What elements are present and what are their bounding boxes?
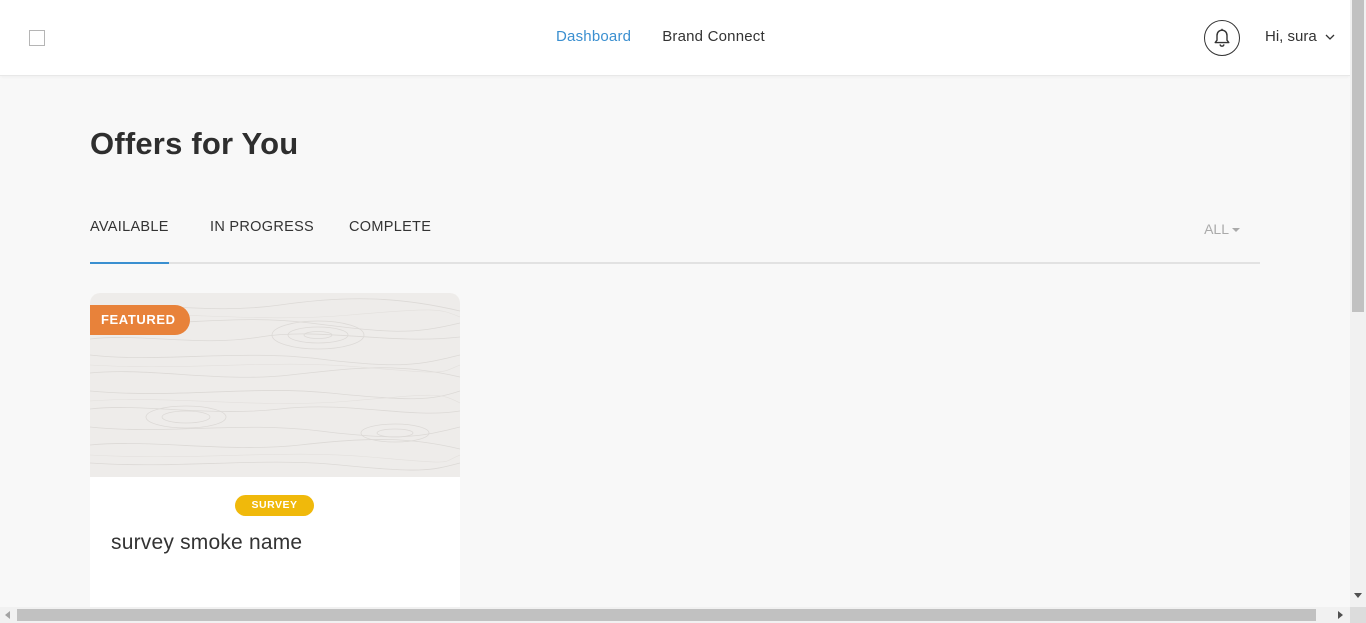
nav-dashboard[interactable]: Dashboard: [556, 28, 631, 45]
tab-in-progress[interactable]: IN PROGRESS: [210, 219, 314, 263]
survey-tag: SURVEY: [235, 495, 314, 516]
scroll-left-arrow-icon[interactable]: [5, 611, 10, 619]
page-title: Offers for You: [90, 126, 299, 161]
tab-complete[interactable]: COMPLETE: [349, 219, 431, 263]
offer-image: FEATURED: [90, 293, 460, 477]
filter-label: ALL: [1204, 221, 1229, 237]
horizontal-scroll-thumb[interactable]: [17, 609, 1316, 621]
main-nav: Dashboard Brand Connect: [556, 28, 765, 45]
featured-badge: FEATURED: [90, 305, 190, 335]
user-menu[interactable]: Hi, sura: [1265, 28, 1335, 45]
offer-tabs: AVAILABLE IN PROGRESS COMPLETE ALL: [90, 218, 1260, 264]
logo-placeholder[interactable]: [29, 30, 45, 46]
nav-brand-connect[interactable]: Brand Connect: [662, 28, 765, 45]
filter-dropdown[interactable]: ALL: [1204, 221, 1240, 237]
scroll-down-arrow-icon[interactable]: [1354, 593, 1362, 598]
top-navbar: Dashboard Brand Connect Hi, sura: [0, 0, 1350, 76]
chevron-down-icon: [1325, 34, 1335, 40]
scrollbar-corner: [1350, 607, 1366, 623]
tab-available[interactable]: AVAILABLE: [90, 219, 169, 264]
horizontal-scrollbar[interactable]: [0, 607, 1350, 623]
notifications-button[interactable]: [1204, 20, 1240, 56]
user-greeting: Hi, sura: [1265, 28, 1317, 45]
vertical-scrollbar[interactable]: [1350, 0, 1366, 607]
caret-down-icon: [1232, 227, 1240, 232]
offer-card[interactable]: FEATURED SURVEY survey smoke name: [90, 293, 460, 623]
vertical-scroll-thumb[interactable]: [1352, 0, 1364, 312]
scroll-right-arrow-icon[interactable]: [1338, 611, 1343, 619]
bell-icon: [1214, 28, 1230, 47]
offer-title: survey smoke name: [111, 531, 303, 554]
